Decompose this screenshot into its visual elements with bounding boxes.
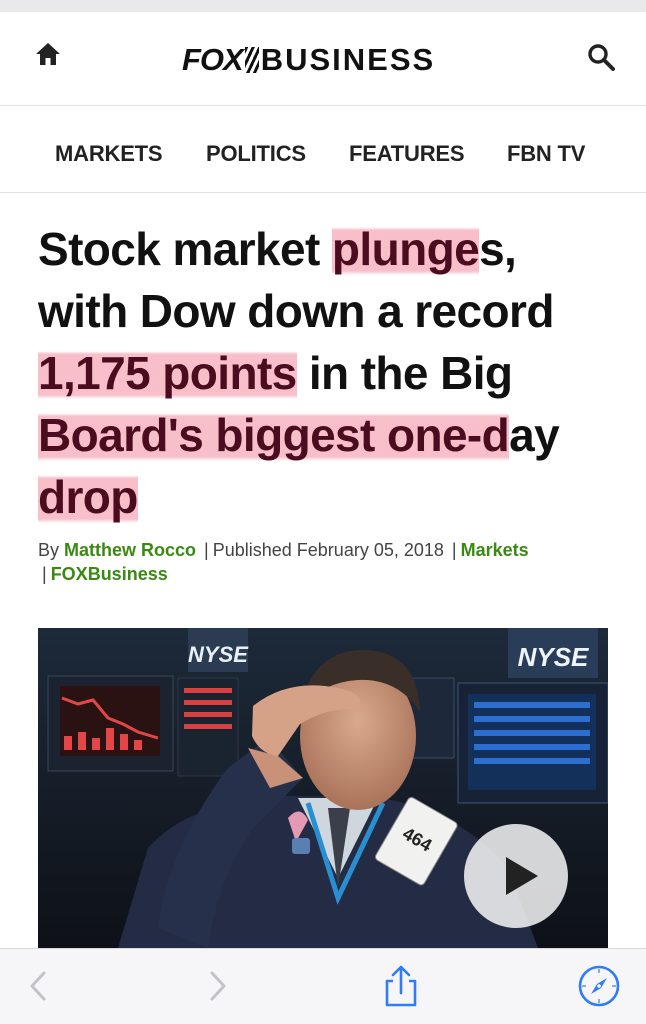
article-headline: Stock market plunges, with Dow down a re… bbox=[38, 218, 628, 528]
brand-logo-slash bbox=[244, 47, 259, 73]
play-triangle bbox=[506, 857, 538, 895]
article-byline: By Matthew Rocco | Published February 05, … bbox=[38, 538, 618, 586]
section-nav: MARKETS POLITICS FEATURES FBN TV bbox=[0, 107, 646, 193]
compass-icon[interactable] bbox=[576, 963, 622, 1009]
byline-divider: | bbox=[42, 564, 47, 584]
section-link[interactable]: Markets bbox=[461, 540, 529, 560]
byline-by: By bbox=[38, 540, 60, 560]
nyse-sign: NYSE bbox=[188, 642, 249, 667]
byline-divider: | bbox=[451, 540, 457, 560]
status-strip bbox=[0, 0, 646, 12]
share-icon[interactable] bbox=[378, 963, 424, 1009]
author-link[interactable]: Matthew Rocco bbox=[64, 540, 196, 560]
chevron-left-icon[interactable] bbox=[16, 963, 62, 1009]
search-icon[interactable] bbox=[586, 42, 616, 72]
byline-divider: | bbox=[204, 540, 209, 560]
brand-logo-fox: FOX bbox=[182, 42, 244, 77]
nyse-sign: NYSE bbox=[518, 642, 589, 672]
nav-item-fbn-tv[interactable]: FBN TV bbox=[507, 141, 585, 167]
headline-text: with Dow down a record bbox=[38, 285, 554, 337]
browser-toolbar bbox=[0, 948, 646, 1024]
headline-highlight: drop bbox=[38, 471, 138, 523]
headline-highlight: plunge bbox=[331, 223, 480, 275]
headline-text: Stock market bbox=[38, 223, 332, 275]
nav-item-markets[interactable]: MARKETS bbox=[55, 141, 163, 167]
nav-item-politics[interactable]: POLITICS bbox=[206, 141, 306, 167]
publish-date: Published February 05, 2018 bbox=[212, 540, 444, 560]
brand-logo-business: BUSINESS bbox=[260, 42, 436, 77]
source-link[interactable]: FOXBusiness bbox=[51, 564, 168, 584]
brand-logo[interactable]: FOX BUSINESS bbox=[182, 42, 435, 78]
site-header: FOX BUSINESS bbox=[0, 12, 646, 106]
headline-text: s, bbox=[479, 223, 517, 275]
home-icon[interactable] bbox=[34, 40, 62, 68]
headline-text: in the Big bbox=[296, 347, 513, 399]
chevron-right-icon[interactable] bbox=[194, 963, 240, 1009]
play-icon[interactable] bbox=[464, 824, 568, 928]
headline-highlight: Board's biggest one-d bbox=[38, 409, 510, 461]
nav-item-features[interactable]: FEATURES bbox=[349, 141, 465, 167]
headline-highlight: 1,175 points bbox=[38, 347, 297, 399]
headline-text: ay bbox=[509, 409, 560, 461]
